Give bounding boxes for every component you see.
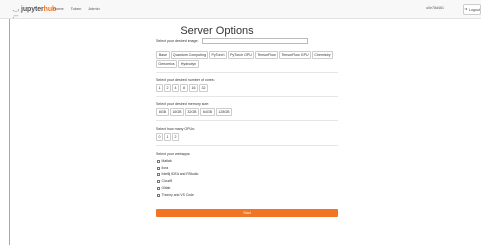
top-navbar: jupyterhub Home Token Admin u0e78d461 Lo… <box>0 0 481 19</box>
main-nav: Home Token Admin <box>53 6 100 11</box>
webapp-label: Cloud9 <box>161 179 173 183</box>
logout-button[interactable]: Logout <box>463 4 481 15</box>
start-button[interactable]: Start <box>156 209 338 217</box>
gpu-option-2[interactable]: 2 <box>172 133 179 141</box>
webapp-label: Gitlab <box>161 186 171 190</box>
divider <box>156 96 338 97</box>
webapps-select-label: Select your webapps: <box>156 152 191 156</box>
nav-token-link[interactable]: Token <box>71 6 82 11</box>
checkbox[interactable] <box>157 179 160 183</box>
image-option-pytorch-gpu[interactable]: PyTorch GPU <box>228 51 254 59</box>
webapp-option-ilora[interactable]: Ilora <box>157 166 168 170</box>
cores-option-4[interactable]: 4 <box>172 84 179 92</box>
logo-jupyter-text: jupyter <box>21 6 44 13</box>
logout-icon <box>464 7 468 12</box>
gpu-option-1[interactable]: 1 <box>164 133 171 141</box>
jupyterhub-logo[interactable]: jupyterhub <box>12 4 56 18</box>
checkbox[interactable] <box>157 193 160 197</box>
image-option-tensorflow[interactable]: TensorFlow <box>255 51 278 59</box>
divider <box>156 120 338 121</box>
webapp-label: Thonny and VS Code <box>161 193 194 197</box>
nav-home-link[interactable]: Home <box>53 6 64 11</box>
memory-select-label: Select your desired memory size: <box>156 102 210 106</box>
webapp-label: Intellij IDEA and RStudio <box>161 172 199 176</box>
memory-option-16gb[interactable]: 16GB <box>170 108 184 116</box>
memory-option-128gb[interactable]: 128GB <box>216 108 232 116</box>
checkbox[interactable] <box>157 166 160 170</box>
logo-text: jupyterhub <box>21 6 56 13</box>
image-option-chemistry[interactable]: Chemistry <box>312 51 333 59</box>
image-option-tensorflow-gpu[interactable]: TensorFlow GPU <box>279 51 311 59</box>
checkbox[interactable] <box>157 159 160 163</box>
webapp-label: Ilora <box>161 166 169 170</box>
gpu-option-0[interactable]: 0 <box>156 133 163 141</box>
webapp-option-thonny-vscode[interactable]: Thonny and VS Code <box>157 193 194 197</box>
cores-option-8[interactable]: 8 <box>180 84 188 92</box>
memory-option-64gb[interactable]: 64GB <box>200 108 215 116</box>
image-option-hydrodyn[interactable]: Hydrodyn <box>178 60 199 68</box>
checkbox[interactable] <box>157 186 160 190</box>
divider <box>156 72 338 73</box>
memory-option-8gb[interactable]: 8GB <box>156 108 169 116</box>
logout-label: Logout <box>469 7 480 12</box>
jupyter-logo-icon <box>12 5 20 18</box>
webapp-label: Matlab <box>161 159 172 163</box>
page-title: Server Options <box>180 25 254 37</box>
nav-admin-link[interactable]: Admin <box>88 6 99 11</box>
image-option-quantum[interactable]: Quantum Computing <box>171 51 208 59</box>
webapp-option-cloud9[interactable]: Cloud9 <box>157 179 172 183</box>
image-option-base[interactable]: Base <box>156 51 170 59</box>
webapp-option-intellij-rstudio[interactable]: Intellij IDEA and RStudio <box>157 172 198 176</box>
cores-select-label: Select your desired number of cores: <box>156 78 215 82</box>
image-option-genomics[interactable]: Genomics <box>156 60 177 68</box>
memory-option-32gb[interactable]: 32GB <box>185 108 199 116</box>
username-label: u0e78d461 <box>426 6 444 10</box>
divider <box>156 145 338 146</box>
image-option-pytorch[interactable]: PyTorch <box>209 51 227 59</box>
image-input[interactable] <box>202 38 308 44</box>
checkbox[interactable] <box>157 172 160 176</box>
image-select-label: Select your desired image: <box>156 39 199 43</box>
cores-option-1[interactable]: 1 <box>156 84 163 92</box>
cores-option-16[interactable]: 16 <box>189 84 198 92</box>
cores-option-32[interactable]: 32 <box>199 84 208 92</box>
cores-option-2[interactable]: 2 <box>164 84 171 92</box>
gpu-select-label: Select how many GPUs: <box>156 127 195 131</box>
page-border <box>9 19 10 245</box>
webapp-option-matlab[interactable]: Matlab <box>157 159 172 163</box>
webapp-option-gitlab[interactable]: Gitlab <box>157 186 170 190</box>
